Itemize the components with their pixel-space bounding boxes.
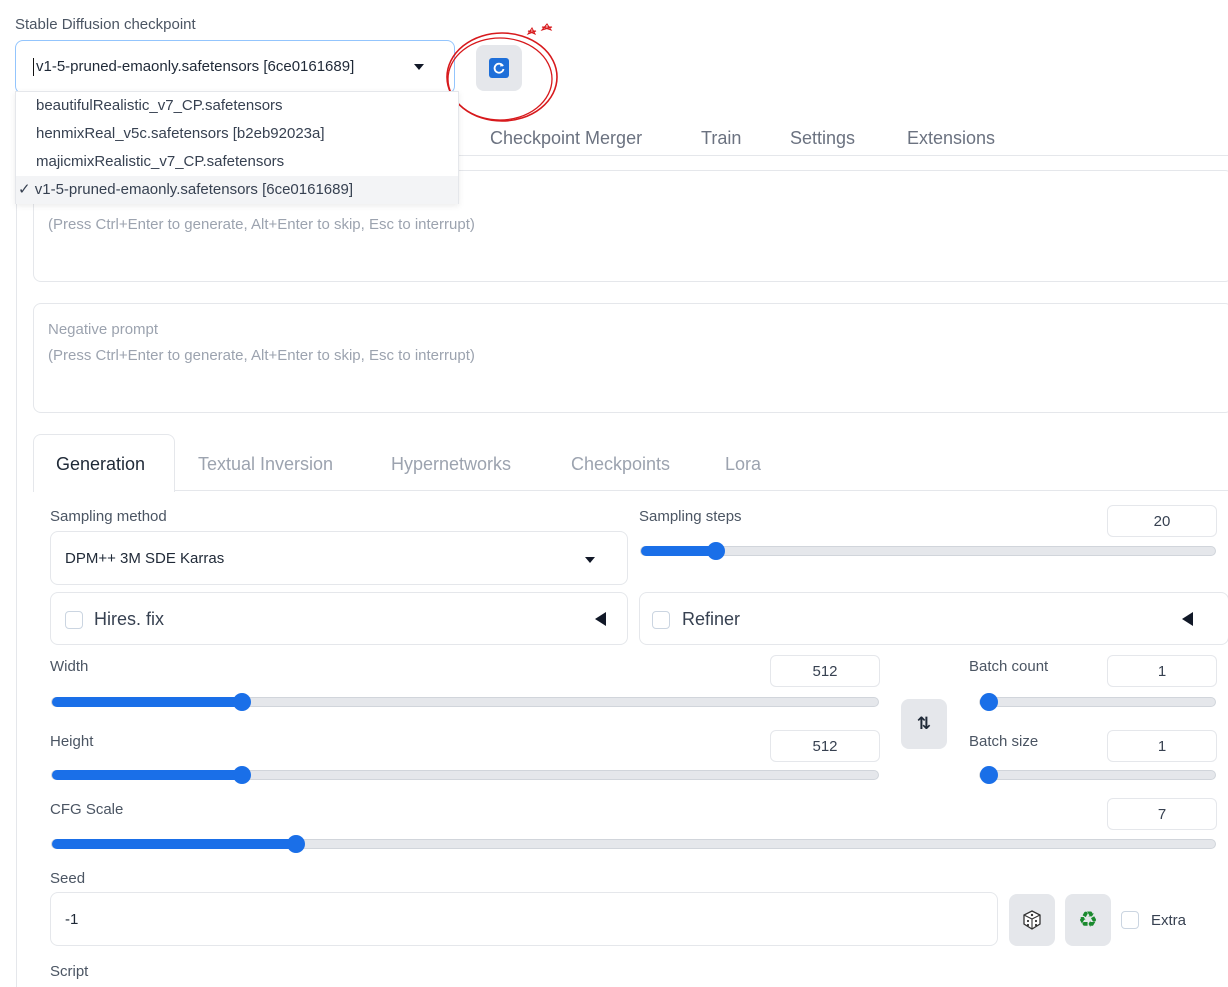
- checkpoint-dropdown-list: beautifulRealistic_v7_CP.safetensors hen…: [15, 91, 459, 204]
- reuse-seed-button[interactable]: ♻: [1065, 894, 1111, 946]
- sampling-method-select[interactable]: DPM++ 3M SDE Karras: [50, 531, 628, 585]
- width-input[interactable]: 512: [770, 655, 880, 687]
- dropdown-option[interactable]: majicmixRealistic_v7_CP.safetensors: [36, 153, 284, 170]
- batch-size-slider[interactable]: [979, 766, 1216, 784]
- dice-icon: [1023, 910, 1041, 930]
- refiner-label: Refiner: [682, 609, 741, 629]
- sampling-steps-input[interactable]: 20: [1107, 505, 1217, 537]
- dropdown-option[interactable]: beautifulRealistic_v7_CP.safetensors: [36, 97, 283, 114]
- random-seed-button[interactable]: [1009, 894, 1055, 946]
- collapse-arrow-icon[interactable]: [595, 612, 606, 626]
- cfg-scale-slider[interactable]: [51, 835, 1216, 853]
- batch-count-slider[interactable]: [979, 693, 1216, 711]
- refiner-accordion[interactable]: Refiner: [639, 592, 1228, 645]
- sampling-method-value: DPM++ 3M SDE Karras: [65, 550, 225, 567]
- tab-train[interactable]: Train: [701, 128, 741, 149]
- recycle-icon: ♻: [1078, 907, 1098, 932]
- height-label: Height: [50, 733, 94, 750]
- swap-arrows-icon: ⇅: [916, 714, 932, 733]
- tab-extensions[interactable]: Extensions: [907, 128, 995, 149]
- extra-label: Extra: [1151, 912, 1187, 929]
- negative-prompt-label: Negative prompt: [48, 321, 159, 338]
- hires-fix-label: Hires. fix: [94, 609, 165, 629]
- tab-settings[interactable]: Settings: [790, 128, 855, 149]
- refiner-checkbox[interactable]: [652, 611, 670, 629]
- tab-generation[interactable]: Generation: [33, 434, 175, 492]
- gen-tabs-divider: [174, 490, 1228, 491]
- dropdown-option[interactable]: henmixReal_v5c.safetensors [b2eb92023a]: [36, 125, 325, 142]
- batch-size-label: Batch size: [969, 733, 1039, 750]
- checkpoint-select[interactable]: v1-5-pruned-emaonly.safetensors [6ce0161…: [15, 40, 455, 94]
- tab-hypernetworks[interactable]: Hypernetworks: [391, 454, 511, 475]
- cfg-scale-label: CFG Scale: [50, 801, 124, 818]
- height-input[interactable]: 512: [770, 730, 880, 762]
- chevron-down-icon: [414, 64, 424, 70]
- checkpoint-label: Stable Diffusion checkpoint: [15, 16, 196, 33]
- swap-dimensions-button[interactable]: ⇅: [901, 699, 947, 749]
- tab-generation-label: Generation: [56, 454, 146, 474]
- seed-label: Seed: [50, 870, 86, 887]
- hires-fix-accordion[interactable]: Hires. fix: [50, 592, 628, 645]
- batch-count-input[interactable]: 1: [1107, 655, 1217, 687]
- tab-checkpoint-merger[interactable]: Checkpoint Merger: [490, 128, 642, 149]
- negative-prompt-placeholder: (Press Ctrl+Enter to generate, Alt+Enter…: [48, 347, 475, 364]
- sampling-steps-label: Sampling steps: [639, 508, 742, 525]
- dropdown-option-selected[interactable]: ✓ v1-5-pruned-emaonly.safetensors [6ce01…: [16, 176, 458, 204]
- seed-input[interactable]: -1: [50, 892, 998, 946]
- sampling-method-label: Sampling method: [50, 508, 167, 525]
- extra-checkbox[interactable]: [1121, 911, 1139, 929]
- negative-prompt-textarea[interactable]: Negative prompt (Press Ctrl+Enter to gen…: [33, 303, 1228, 413]
- chevron-down-icon: [585, 557, 595, 563]
- height-slider[interactable]: [51, 766, 879, 784]
- tab-textual-inversion[interactable]: Textual Inversion: [198, 454, 333, 475]
- batch-count-label: Batch count: [969, 658, 1049, 675]
- collapse-arrow-icon[interactable]: [1182, 612, 1193, 626]
- prompt-placeholder: (Press Ctrl+Enter to generate, Alt+Enter…: [48, 216, 475, 233]
- sampling-steps-slider[interactable]: [640, 542, 1216, 560]
- width-label: Width: [50, 658, 89, 675]
- cfg-scale-input[interactable]: 7: [1107, 798, 1217, 830]
- hires-fix-checkbox[interactable]: [65, 611, 83, 629]
- tab-checkpoints[interactable]: Checkpoints: [571, 454, 670, 475]
- batch-size-input[interactable]: 1: [1107, 730, 1217, 762]
- tab-lora[interactable]: Lora: [725, 454, 761, 475]
- width-slider[interactable]: [51, 693, 879, 711]
- checkpoint-selected-value: v1-5-pruned-emaonly.safetensors [6ce0161…: [32, 58, 355, 76]
- panel-border: [16, 155, 17, 987]
- script-label: Script: [50, 963, 89, 980]
- seed-value: -1: [65, 911, 79, 928]
